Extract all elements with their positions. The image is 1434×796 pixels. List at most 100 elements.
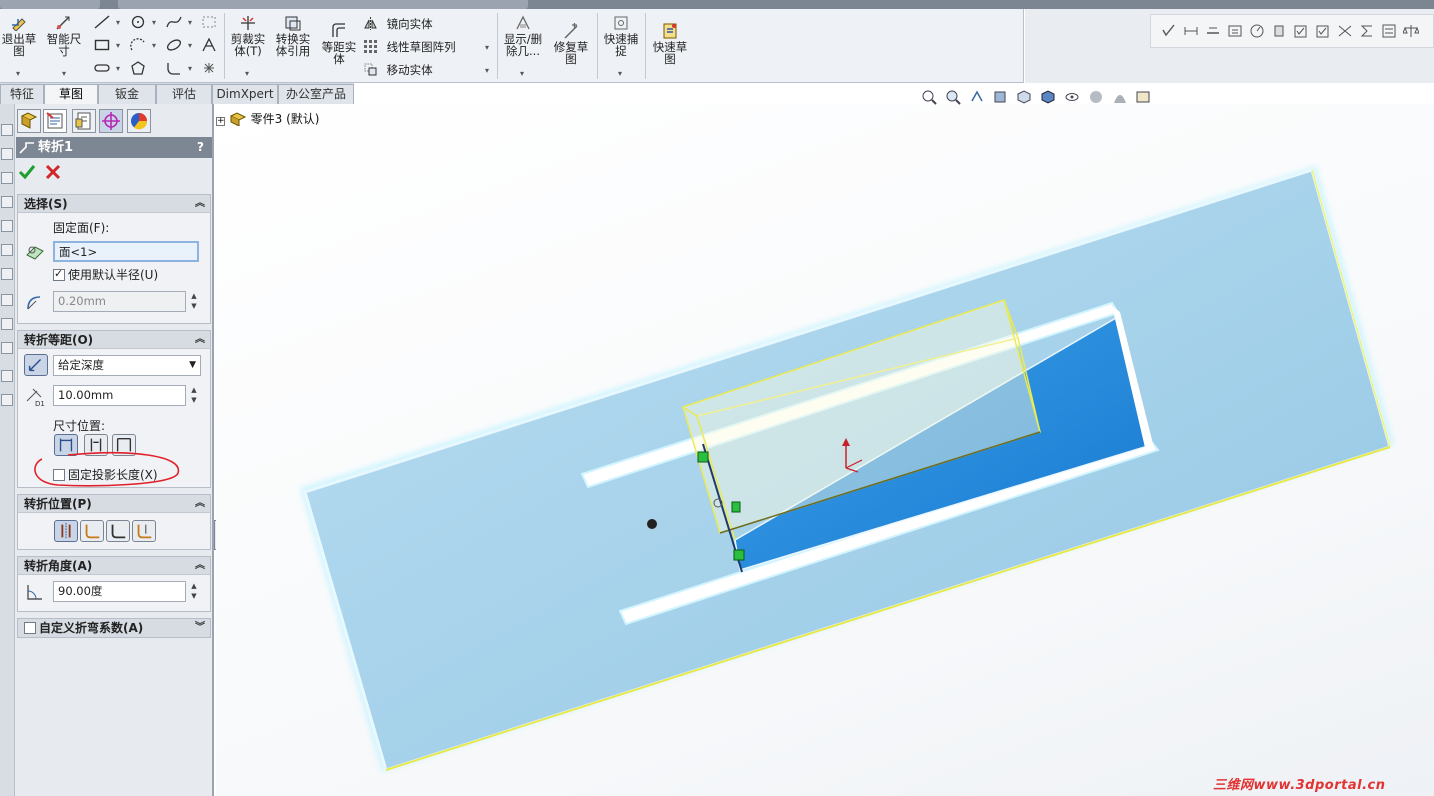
check-sketch-icon[interactable] <box>1315 24 1331 38</box>
strip-feature-icon[interactable] <box>1 196 13 208</box>
collapse-chevron-icon[interactable]: ︽ <box>195 557 205 575</box>
bend-radius-spinner[interactable]: ▲ ▼ <box>188 291 200 312</box>
jog-distance-input[interactable]: 10.00mm <box>53 385 186 406</box>
selection-group-header[interactable]: 选择(S) ︽ <box>18 195 210 213</box>
previous-view-icon[interactable] <box>969 89 985 105</box>
edit-appearance-icon[interactable] <box>1088 89 1104 105</box>
spell-check-icon[interactable] <box>1161 24 1177 38</box>
property-manager-tab[interactable] <box>43 109 67 133</box>
point-icon[interactable] <box>201 61 217 75</box>
arc-icon[interactable] <box>130 38 146 52</box>
smart-dimension-button[interactable]: 智能尺 寸 <box>44 15 84 57</box>
trim-entities-button[interactable]: 剪裁实 体(T) <box>228 15 268 57</box>
jog-angle-input[interactable]: 90.00度 <box>53 581 186 602</box>
strip-feature-icon[interactable] <box>1 318 13 330</box>
strip-feature-icon[interactable] <box>1 220 13 232</box>
material-outside-button[interactable] <box>106 520 130 542</box>
offset-entities-button[interactable]: 等距实 体 <box>318 23 360 65</box>
quick-snaps-dropdown[interactable]: ▾ <box>618 69 622 78</box>
strip-feature-icon[interactable] <box>1 394 13 406</box>
show-delete-relations-button[interactable]: 显示/删 除几... <box>500 15 546 57</box>
linear-pattern-button[interactable]: 线性草图阵列 <box>364 39 456 55</box>
fix-relation-icon[interactable] <box>1271 24 1287 38</box>
section-view-icon[interactable] <box>992 89 1008 105</box>
end-condition-select[interactable]: 给定深度 ▼ <box>53 355 201 376</box>
polygon-icon[interactable] <box>130 61 146 75</box>
tab-sketch[interactable]: 草图 <box>44 84 98 105</box>
x-icon[interactable] <box>43 162 63 182</box>
custom-bend-allowance-header[interactable]: 自定义折弯系数(A) ︾ <box>18 619 210 637</box>
text-a-icon[interactable] <box>201 38 217 52</box>
hide-show-items-icon[interactable] <box>1064 89 1080 105</box>
convert-entities-button[interactable]: 转换实 体引用 <box>272 15 314 57</box>
view-settings-icon[interactable] <box>1135 89 1151 105</box>
tab-office-products[interactable]: 办公室产品 <box>278 84 354 104</box>
balance-icon[interactable] <box>1403 24 1419 38</box>
fixed-face-field[interactable]: 面<1> <box>53 241 199 262</box>
collapse-chevron-icon[interactable]: ︽ <box>195 495 205 513</box>
custom-bend-allowance-check[interactable] <box>24 622 36 634</box>
jog-distance-spinner[interactable]: ▲ ▼ <box>188 385 200 406</box>
tab-evaluate[interactable]: 评估 <box>156 84 212 104</box>
equal-relation-icon[interactable] <box>1227 24 1243 38</box>
feature-manager-tab[interactable] <box>17 109 41 133</box>
graphics-viewport[interactable] <box>216 104 1434 796</box>
intersection-icon[interactable] <box>1337 24 1353 38</box>
strip-feature-icon[interactable] <box>1 124 13 136</box>
display-style-icon[interactable] <box>1040 89 1056 105</box>
jog-angle-group-header[interactable]: 转折角度(A) ︽ <box>18 557 210 575</box>
calculator-icon[interactable] <box>1381 24 1397 38</box>
zoom-to-fit-icon[interactable] <box>921 89 937 105</box>
strip-feature-icon[interactable] <box>1 268 13 280</box>
strip-feature-icon[interactable] <box>1 342 13 354</box>
line-icon[interactable] <box>94 15 110 29</box>
expand-plus-icon[interactable]: + <box>216 117 225 126</box>
circle-icon[interactable] <box>130 15 146 29</box>
strip-feature-icon[interactable] <box>1 370 13 382</box>
slot-icon[interactable] <box>94 61 110 75</box>
move-dropdown[interactable]: ▾ <box>485 66 489 75</box>
use-default-radius-checkbox[interactable]: 使用默认半径(U) <box>53 266 158 283</box>
mirror-entities-button[interactable]: 镜向实体 <box>364 16 433 32</box>
apply-scene-icon[interactable] <box>1112 89 1128 105</box>
tab-features[interactable]: 特征 <box>0 84 44 104</box>
collapse-chevron-icon[interactable]: ︽ <box>195 195 205 213</box>
sum-icon[interactable] <box>1359 24 1375 38</box>
dimension-icon[interactable] <box>1183 24 1199 38</box>
help-button[interactable]: ? <box>197 137 204 158</box>
reverse-direction-button[interactable] <box>24 354 48 376</box>
trim-dropdown[interactable]: ▾ <box>245 69 249 78</box>
bend-outside-button[interactable] <box>132 520 156 542</box>
quick-snaps-button[interactable]: 快速捕 捉 <box>600 15 642 57</box>
configuration-manager-tab[interactable] <box>72 109 96 133</box>
tab-sheet-metal[interactable]: 钣金 <box>98 84 156 104</box>
exit-sketch-dropdown[interactable]: ▾ <box>16 69 20 78</box>
exit-sketch-button[interactable]: 退出草 图 <box>0 15 38 57</box>
ellipse-icon[interactable] <box>166 38 182 52</box>
spline-icon[interactable] <box>166 15 182 29</box>
zoom-to-area-icon[interactable] <box>945 89 961 105</box>
strip-feature-icon[interactable] <box>1 244 13 256</box>
bend-centerline-button[interactable] <box>54 520 78 542</box>
dimxpert-manager-tab[interactable] <box>99 109 123 133</box>
repair-sketch-button[interactable]: 修复草 图 <box>550 23 592 65</box>
use-default-radius-check[interactable] <box>53 267 65 281</box>
jog-position-group-header[interactable]: 转折位置(P) ︽ <box>18 495 210 513</box>
model-view[interactable] <box>216 104 1434 796</box>
rectangle-icon[interactable] <box>94 38 110 52</box>
fillet-icon[interactable] <box>166 61 182 75</box>
smart-dimension-dropdown[interactable]: ▾ <box>62 69 66 78</box>
horizontal-relation-icon[interactable] <box>1205 24 1221 38</box>
checkbox-tool-icon[interactable] <box>1293 24 1309 38</box>
jog-offset-group-header[interactable]: 转折等距(O) ︽ <box>18 331 210 349</box>
linear-pattern-dropdown[interactable]: ▾ <box>485 43 489 52</box>
expand-chevron-icon[interactable]: ︾ <box>195 619 205 637</box>
display-manager-tab[interactable] <box>127 109 151 133</box>
bend-radius-input[interactable]: 0.20mm <box>53 291 186 312</box>
move-entities-button[interactable]: 移动实体 <box>364 62 433 78</box>
strip-feature-icon[interactable] <box>1 294 13 306</box>
gauge-icon[interactable] <box>1249 24 1265 38</box>
tab-dimxpert[interactable]: DimXpert <box>212 84 278 104</box>
rapid-sketch-button[interactable]: 快速草 图 <box>648 23 692 65</box>
collapse-chevron-icon[interactable]: ︽ <box>195 331 205 349</box>
